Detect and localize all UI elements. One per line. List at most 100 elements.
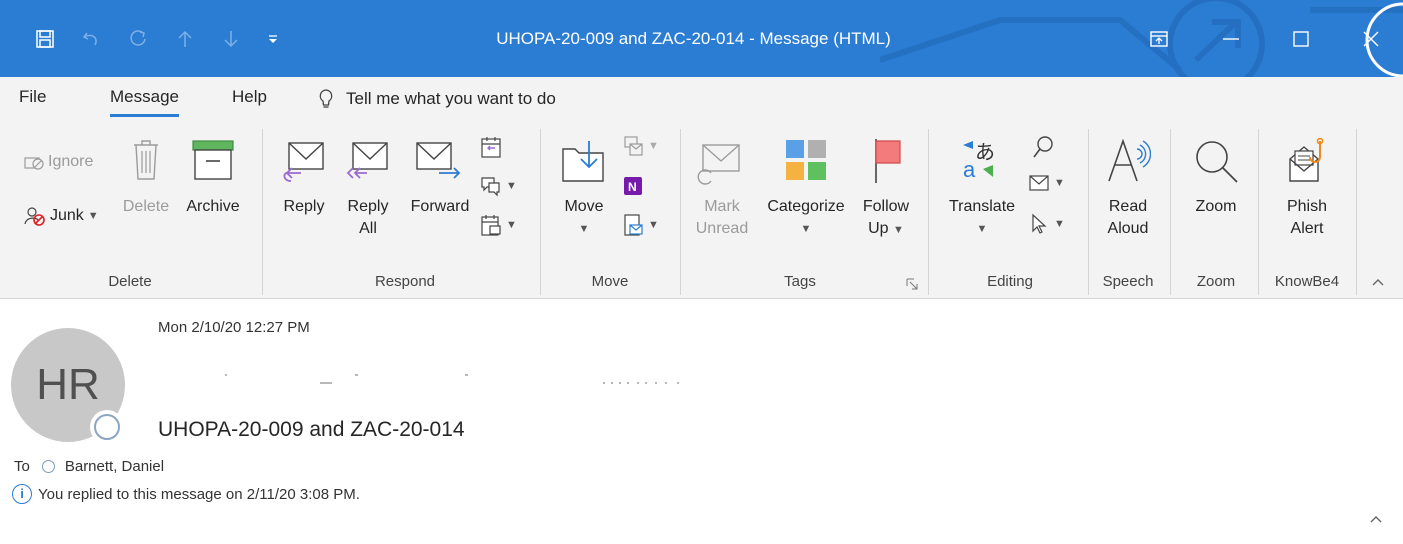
translate-dropdown-icon: ▼ bbox=[976, 223, 988, 235]
ribbon-display-options-icon[interactable] bbox=[1134, 22, 1184, 56]
forward-button[interactable]: Forward bbox=[404, 137, 476, 218]
meeting-reply-button[interactable] bbox=[480, 135, 502, 159]
read-aloud-button[interactable]: Read Aloud bbox=[1096, 137, 1160, 240]
recipient-row: To Barnett, Daniel bbox=[14, 458, 164, 475]
separator bbox=[1088, 129, 1089, 295]
redacted-sender bbox=[225, 374, 679, 384]
actions-icon bbox=[624, 214, 643, 236]
move-group-label: Move bbox=[591, 273, 629, 290]
ribbon: Ignore Junk ▼ Delete Archive Delete Reply… bbox=[0, 121, 1403, 299]
recipient-presence-icon bbox=[41, 460, 55, 473]
cursor-icon bbox=[1032, 213, 1047, 234]
tab-message[interactable]: Message bbox=[110, 77, 179, 121]
separator bbox=[262, 129, 263, 295]
ignore-button[interactable]: Ignore bbox=[24, 153, 93, 171]
im-dropdown-icon: ▼ bbox=[506, 180, 517, 192]
search-icon bbox=[1033, 136, 1053, 158]
more-respond-dropdown-icon: ▼ bbox=[506, 219, 517, 231]
trash-icon bbox=[134, 140, 158, 180]
delete-button[interactable]: Delete bbox=[118, 137, 174, 218]
phish-alert-icon bbox=[1289, 137, 1324, 182]
lightbulb-icon bbox=[319, 89, 333, 108]
related-button[interactable]: ▼ bbox=[1028, 173, 1065, 193]
editing-group-label: Editing bbox=[987, 273, 1033, 290]
read-aloud-icon bbox=[1108, 138, 1151, 182]
tags-dialog-launcher-icon[interactable] bbox=[906, 277, 918, 295]
select-dropdown-icon: ▼ bbox=[1054, 218, 1065, 230]
move-button[interactable]: Move ▼ bbox=[556, 137, 612, 240]
translate-button[interactable]: あa Translate ▼ bbox=[942, 137, 1022, 240]
info-bar[interactable]: i You replied to this message on 2/11/20… bbox=[12, 484, 360, 504]
move-icon bbox=[562, 141, 604, 182]
tell-me-label: Tell me what you want to do bbox=[346, 89, 556, 108]
collapse-header-icon[interactable] bbox=[1370, 510, 1382, 526]
tab-help[interactable]: Help bbox=[232, 77, 267, 121]
archive-button[interactable]: Archive bbox=[178, 137, 248, 218]
translate-icon: あa bbox=[963, 140, 995, 182]
zoom-button[interactable]: Zoom bbox=[1180, 137, 1252, 218]
tab-file[interactable]: File bbox=[19, 77, 46, 121]
categorize-button[interactable]: Categorize ▼ bbox=[760, 137, 852, 240]
reply-all-button[interactable]: Reply All bbox=[340, 137, 396, 240]
zoom-group-label: Zoom bbox=[1196, 273, 1236, 290]
collapse-ribbon-icon[interactable] bbox=[1372, 273, 1384, 289]
categorize-dropdown-icon: ▼ bbox=[800, 223, 812, 235]
speech-group-label: Speech bbox=[1102, 273, 1154, 290]
actions-dropdown-icon: ▼ bbox=[648, 219, 659, 231]
info-icon: i bbox=[12, 484, 32, 504]
find-button[interactable] bbox=[1032, 135, 1054, 159]
more-respond-button[interactable]: ▼ bbox=[480, 213, 517, 237]
reply-icon bbox=[283, 142, 324, 182]
tell-me-search[interactable]: Tell me what you want to do bbox=[318, 77, 556, 121]
minimize-icon[interactable] bbox=[1206, 22, 1256, 56]
move-dropdown-icon: ▼ bbox=[578, 223, 590, 235]
respond-group-label: Respond bbox=[374, 273, 436, 290]
actions-button[interactable]: ▼ bbox=[622, 213, 659, 237]
phish-alert-button[interactable]: Phish Alert bbox=[1266, 137, 1348, 240]
reply-all-icon bbox=[346, 142, 388, 179]
separator bbox=[680, 129, 681, 295]
reply-button[interactable]: Reply bbox=[276, 137, 332, 218]
tags-group-label: Tags bbox=[784, 273, 816, 290]
separator bbox=[1258, 129, 1259, 295]
more-respond-icon bbox=[481, 215, 501, 236]
flag-icon bbox=[875, 139, 901, 183]
maximize-icon[interactable] bbox=[1276, 22, 1326, 56]
junk-button[interactable]: Junk ▼ bbox=[24, 205, 99, 227]
select-button[interactable]: ▼ bbox=[1028, 213, 1065, 235]
rules-icon bbox=[624, 136, 643, 156]
im-reply-button[interactable]: ▼ bbox=[480, 175, 517, 197]
rules-dropdown-icon: ▼ bbox=[648, 140, 659, 152]
info-text: You replied to this message on 2/11/20 3… bbox=[38, 485, 360, 503]
separator bbox=[1170, 129, 1171, 295]
presence-icon bbox=[90, 410, 124, 444]
follow-up-button[interactable]: Follow Up ▼ bbox=[856, 137, 916, 241]
svg-text:あ: あ bbox=[975, 140, 995, 164]
onenote-button[interactable]: N bbox=[622, 175, 644, 197]
archive-icon bbox=[192, 140, 234, 180]
title-bar: UHOPA-20-009 and ZAC-20-014 - Message (H… bbox=[0, 0, 1403, 77]
related-mail-icon bbox=[1029, 175, 1049, 191]
separator bbox=[540, 129, 541, 295]
follow-up-dropdown-icon: ▼ bbox=[893, 224, 904, 236]
mark-unread-button[interactable]: Mark Unread bbox=[694, 137, 750, 240]
svg-text:a: a bbox=[963, 157, 976, 182]
ignore-icon bbox=[24, 157, 44, 170]
close-icon[interactable] bbox=[1346, 22, 1396, 56]
zoom-icon bbox=[1196, 141, 1238, 183]
recipient-name[interactable]: Barnett, Daniel bbox=[65, 458, 164, 475]
mark-unread-icon bbox=[697, 144, 740, 185]
separator bbox=[928, 129, 929, 295]
rules-button[interactable]: ▼ bbox=[622, 135, 659, 157]
window-title: UHOPA-20-009 and ZAC-20-014 - Message (H… bbox=[496, 29, 891, 48]
forward-icon bbox=[416, 142, 461, 179]
categorize-icon bbox=[786, 140, 826, 180]
message-date: Mon 2/10/20 12:27 PM bbox=[158, 319, 310, 336]
onenote-icon: N bbox=[624, 177, 642, 195]
calendar-reply-icon bbox=[481, 137, 501, 158]
delete-group-label: Delete bbox=[108, 273, 152, 290]
related-dropdown-icon: ▼ bbox=[1054, 177, 1065, 189]
to-label: To bbox=[14, 458, 30, 475]
separator bbox=[1356, 129, 1357, 295]
message-subject: UHOPA-20-009 and ZAC-20-014 bbox=[158, 418, 465, 441]
